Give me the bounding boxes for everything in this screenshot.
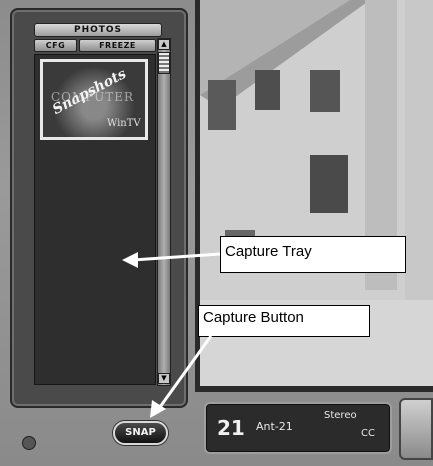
- callout-arrows: [122, 252, 221, 418]
- capture-tray-arrow: [122, 252, 221, 268]
- capture-button-arrow: [150, 335, 213, 418]
